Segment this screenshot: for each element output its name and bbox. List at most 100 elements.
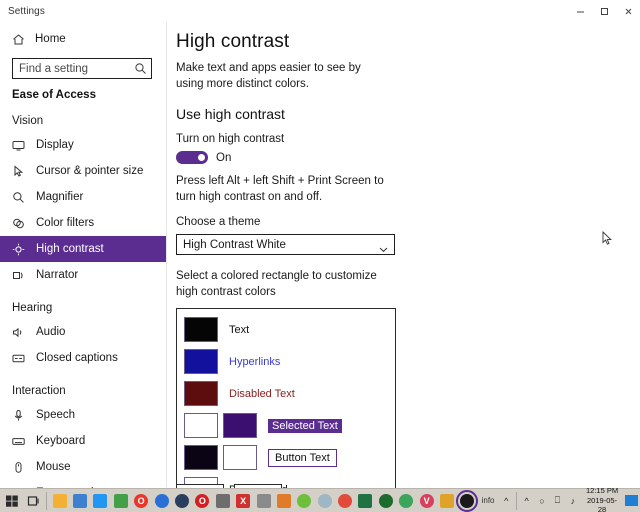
taskbar-app-vivaldi[interactable]: V xyxy=(416,489,436,512)
theme-dropdown[interactable]: High Contrast White xyxy=(176,234,395,256)
shortcut-hint: Press left Alt + left Shift + Print Scre… xyxy=(176,175,384,203)
sidebar-item-narrator[interactable]: Narrator xyxy=(0,262,166,288)
swatch-instructions: Select a colored rectangle to customize … xyxy=(176,270,377,298)
windows-start-icon[interactable] xyxy=(0,489,24,512)
swatch-text-color[interactable] xyxy=(184,317,218,343)
sidebar-item-mouse[interactable]: Mouse xyxy=(0,454,166,480)
taskbar-app-gray[interactable] xyxy=(253,489,273,512)
swatch-row-hyperlinks[interactable]: Hyperlinks xyxy=(184,348,395,375)
taskbar-app-photos[interactable] xyxy=(70,489,90,512)
magnifier-icon xyxy=(12,191,25,204)
sidebar-item-label: Display xyxy=(36,139,74,151)
color-swatch-panel: Text Hyperlinks Disabled Text Selected T… xyxy=(176,308,396,488)
search-input[interactable] xyxy=(13,59,131,78)
clock-date: 2019-05-28 xyxy=(587,495,618,512)
taskbar: O O X V info ^ ^ ○ ⎕ ♪ 12:15 PM 2019-05-… xyxy=(0,486,640,512)
task-view-icon[interactable] xyxy=(24,489,44,512)
close-button[interactable] xyxy=(616,0,640,22)
taskbar-app-opera-red[interactable]: O xyxy=(192,489,212,512)
action-center-icon[interactable] xyxy=(625,495,639,506)
taskbar-app-excel[interactable] xyxy=(355,489,375,512)
high-contrast-toggle[interactable] xyxy=(176,151,208,165)
page-description: Make text and apps easier to see by usin… xyxy=(176,62,361,90)
swatch-row-button-text[interactable]: Button Text xyxy=(184,444,395,471)
sidebar-group-interaction: Interaction xyxy=(12,385,66,397)
sidebar-item-label: Mouse xyxy=(36,461,71,473)
keyboard-icon xyxy=(12,435,25,448)
sidebar-item-color-filters[interactable]: Color filters xyxy=(0,210,166,236)
swatch-selected-text-background[interactable] xyxy=(223,413,257,439)
toggle-state-label: On xyxy=(216,151,232,164)
theme-dropdown-value: High Contrast White xyxy=(183,238,286,251)
sidebar-item-label: Speech xyxy=(36,409,76,421)
search-icon[interactable] xyxy=(134,62,147,75)
swatch-label: Hyperlinks xyxy=(229,355,281,368)
sidebar-item-speech[interactable]: Speech xyxy=(0,402,166,428)
sidebar-item-closed-captions[interactable]: Closed captions xyxy=(0,345,166,371)
taskbar-app-chrome-beta[interactable] xyxy=(396,489,416,512)
taskbar-app-opera[interactable]: O xyxy=(131,489,151,512)
sidebar-item-cursor-pointer-size[interactable]: Cursor & pointer size xyxy=(0,158,166,184)
sidebar-item-home[interactable]: Home xyxy=(0,28,166,50)
minimize-button[interactable] xyxy=(568,0,592,22)
system-tray: info ^ ^ ○ ⎕ ♪ 12:15 PM 2019-05-28 xyxy=(478,486,640,512)
swatch-selected-text-foreground[interactable] xyxy=(184,413,218,439)
taskbar-app-orange[interactable] xyxy=(274,489,294,512)
window-title: Settings xyxy=(8,5,45,17)
sidebar-item-label: Narrator xyxy=(36,269,79,281)
sidebar-group-hearing: Hearing xyxy=(12,302,53,314)
swatch-row-text[interactable]: Text xyxy=(184,316,395,343)
chevron-up-icon[interactable]: ^ xyxy=(499,489,514,512)
theme-label: Choose a theme xyxy=(176,216,261,229)
taskbar-app-steam[interactable] xyxy=(172,489,192,512)
taskbar-app-xmind[interactable]: X xyxy=(233,489,253,512)
taskbar-app-chrome[interactable] xyxy=(335,489,355,512)
sidebar-item-label: Magnifier xyxy=(36,191,84,203)
swatch-row-selected-text[interactable]: Selected Text xyxy=(184,412,395,439)
sidebar-group-vision: Vision xyxy=(12,115,44,127)
network-icon[interactable]: ⎕ xyxy=(550,489,565,512)
taskbar-app-file-explorer[interactable] xyxy=(49,489,69,512)
sidebar-item-high-contrast[interactable]: High contrast xyxy=(0,236,166,262)
swatch-button-text-foreground[interactable] xyxy=(184,445,218,471)
swatch-hyperlinks-color[interactable] xyxy=(184,349,218,375)
search-container xyxy=(0,50,166,79)
title-bar: Settings xyxy=(0,0,640,22)
taskbar-app-dark-green[interactable] xyxy=(376,489,396,512)
sidebar-item-label: Audio xyxy=(36,326,66,338)
taskbar-app-settings[interactable] xyxy=(456,489,479,512)
sidebar-item-display[interactable]: Display xyxy=(0,132,166,158)
monitor-icon xyxy=(12,139,25,152)
taskbar-app-green[interactable] xyxy=(294,489,314,512)
sidebar-item-label: High contrast xyxy=(36,243,104,255)
sidebar-item-audio[interactable]: Audio xyxy=(0,319,166,345)
swatch-button-text-background[interactable] xyxy=(223,445,257,471)
sidebar-item-keyboard[interactable]: Keyboard xyxy=(0,428,166,454)
taskbar-separator xyxy=(46,491,48,510)
taskbar-app-browser-blue[interactable] xyxy=(151,489,171,512)
sidebar-item-magnifier[interactable]: Magnifier xyxy=(0,184,166,210)
home-label: Home xyxy=(35,33,66,45)
settings-window: Settings Home Find a setting Ease of Acc… xyxy=(0,0,640,512)
swatch-row-disabled-text[interactable]: Disabled Text xyxy=(184,380,395,407)
taskbar-clock[interactable]: 12:15 PM 2019-05-28 xyxy=(581,486,624,512)
microphone-icon xyxy=(12,409,25,422)
taskbar-app-paint[interactable] xyxy=(111,489,131,512)
taskbar-app-crown[interactable] xyxy=(437,489,457,512)
maximize-button[interactable] xyxy=(592,0,616,22)
show-hidden-icons-button[interactable]: ^ xyxy=(519,489,534,512)
taskbar-app-editor[interactable] xyxy=(213,489,233,512)
sidebar-category: Ease of Access xyxy=(12,89,96,101)
taskbar-app-search[interactable] xyxy=(314,489,334,512)
swatch-label: Button Text xyxy=(268,448,337,467)
mouse-cursor xyxy=(602,230,613,246)
taskbar-app-media-player[interactable] xyxy=(90,489,110,512)
chevron-down-icon xyxy=(379,241,388,253)
search-box[interactable] xyxy=(12,58,152,79)
onedrive-icon[interactable]: ○ xyxy=(534,489,549,512)
mouse-icon xyxy=(12,461,25,474)
volume-icon[interactable]: ♪ xyxy=(565,489,580,512)
swatch-disabled-text-color[interactable] xyxy=(184,381,218,407)
tray-info-label: info xyxy=(481,496,495,505)
tray-separator xyxy=(515,491,517,510)
